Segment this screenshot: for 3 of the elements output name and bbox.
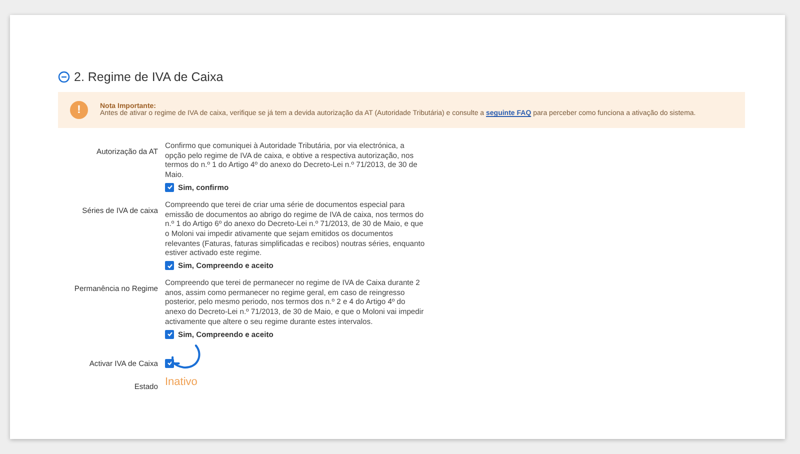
status-value: Inativo bbox=[165, 376, 198, 390]
section-title: 2. Regime de IVA de Caixa bbox=[74, 70, 224, 84]
warning-icon: ! bbox=[70, 101, 88, 119]
